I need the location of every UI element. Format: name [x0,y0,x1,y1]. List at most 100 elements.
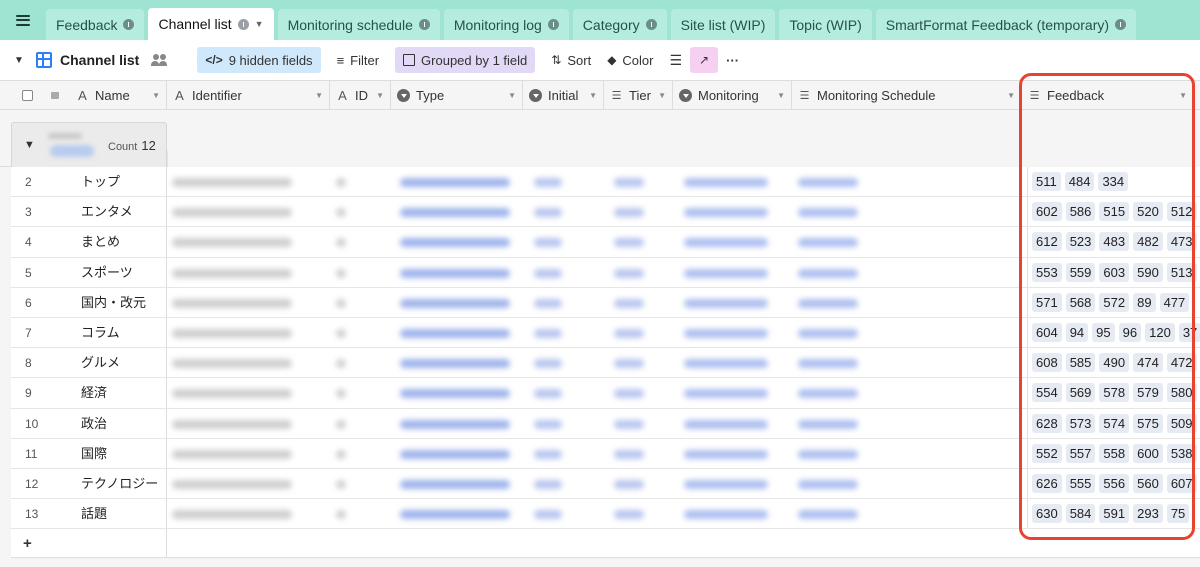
column-header-initial[interactable]: Initial ▼ [523,81,604,110]
blurred-cell[interactable] [798,449,858,459]
info-icon[interactable] [418,19,430,30]
blurred-cell[interactable] [172,328,292,338]
feedback-cell[interactable]: 608 585 490 474 472 [1027,348,1200,378]
feedback-chip[interactable]: 509 [1166,413,1197,433]
feedback-chip[interactable]: 602 [1032,202,1062,222]
table-row[interactable]: 2 トップ 511 484 334 [11,167,1200,198]
blurred-cell[interactable] [534,298,562,308]
feedback-cell[interactable]: 628 573 574 575 509 [1027,408,1200,438]
feedback-chip[interactable]: 120 [1145,323,1175,343]
blurred-cell[interactable] [614,389,644,399]
blurred-cell[interactable] [684,328,768,338]
feedback-chip[interactable]: 555 [1065,473,1096,493]
blurred-cell[interactable] [534,238,562,248]
column-menu-icon[interactable]: ▼ [315,91,323,100]
blurred-cell[interactable] [684,479,768,489]
monitoring-schedule-cell[interactable] [872,408,1027,438]
feedback-chip[interactable]: 628 [1032,413,1062,433]
feedback-cell[interactable]: 604 94 95 96 120 37 [1027,317,1200,348]
blurred-cell[interactable] [172,419,292,429]
feedback-chip[interactable]: 474 [1133,353,1163,373]
group-card[interactable]: ▼ Count 12 [11,122,167,168]
feedback-chip[interactable]: 477 [1159,292,1190,312]
feedback-chip[interactable]: 473 [1166,232,1197,252]
feedback-chip[interactable]: 574 [1099,413,1130,433]
feedback-cell[interactable]: 612 523 483 482 473 [1027,227,1200,257]
blurred-cell[interactable] [614,268,644,278]
blurred-cell[interactable] [336,328,346,338]
column-header-tier[interactable]: ☰ Tier ▼ [604,81,673,110]
blurred-cell[interactable] [534,389,562,399]
color-button[interactable]: ◆ Color [599,47,661,73]
tab-smartformat-feedback-temporary[interactable]: SmartFormat Feedback (temporary) [875,9,1137,40]
feedback-chip[interactable]: 558 [1099,443,1130,463]
feedback-chip[interactable]: 571 [1032,292,1062,312]
blurred-cell[interactable] [684,178,768,187]
feedback-chip[interactable]: 538 [1166,443,1197,463]
row-name-cell[interactable]: トップ [81,167,120,197]
blurred-cell[interactable] [614,328,644,338]
blurred-cell[interactable] [534,479,562,489]
add-record-button[interactable]: + [11,529,167,558]
blurred-cell[interactable] [336,238,346,248]
feedback-chip[interactable]: 557 [1065,443,1096,463]
info-icon[interactable] [645,19,657,30]
hidden-fields-button[interactable]: </> 9 hidden fields [197,47,321,73]
feedback-chip[interactable]: 580 [1166,383,1197,403]
feedback-chip[interactable]: 334 [1098,172,1129,192]
feedback-chip[interactable]: 552 [1032,443,1062,463]
table-row[interactable]: 9 経済 554 569 578 579 580 [11,378,1200,409]
column-header-feedback[interactable]: ☰ Feedback ▼ [1022,81,1194,110]
tab-channel-list[interactable]: Channel list ▼ [148,8,274,40]
column-header-monitoring-schedule[interactable]: ☰ Monitoring Schedule ▼ [792,81,1022,110]
blurred-cell[interactable] [684,208,768,218]
collapse-group-icon[interactable]: ▼ [24,139,35,151]
blurred-cell[interactable] [798,389,858,399]
monitoring-schedule-cell[interactable] [872,317,1027,348]
blurred-cell[interactable] [614,419,644,429]
blurred-cell[interactable] [400,298,510,308]
blurred-cell[interactable] [172,238,292,248]
feedback-chip[interactable]: 554 [1032,383,1062,403]
row-name-cell[interactable]: 政治 [81,409,107,439]
blurred-cell[interactable] [684,419,768,429]
monitoring-schedule-cell[interactable] [872,167,1027,197]
feedback-chip[interactable]: 96 [1118,323,1142,343]
column-menu-icon[interactable]: ▼ [589,91,597,100]
monitoring-schedule-cell[interactable] [872,227,1027,257]
feedback-chip[interactable]: 559 [1065,262,1096,282]
feedback-cell[interactable]: 552 557 558 600 538 [1027,438,1200,468]
blurred-cell[interactable] [336,449,346,459]
feedback-chip[interactable]: 95 [1092,323,1115,343]
menu-button[interactable] [0,0,46,40]
feedback-chip[interactable]: 578 [1099,383,1130,403]
row-name-cell[interactable]: 話題 [81,499,107,529]
blurred-cell[interactable] [172,359,292,369]
monitoring-schedule-cell[interactable] [872,348,1027,378]
monitoring-schedule-cell[interactable] [872,287,1027,317]
blurred-cell[interactable] [400,238,510,248]
view-name[interactable]: Channel list [60,52,139,68]
blurred-cell[interactable] [172,389,292,399]
column-menu-icon[interactable]: ▼ [1007,91,1015,100]
blurred-cell[interactable] [336,359,346,369]
feedback-chip[interactable]: 569 [1065,383,1096,403]
feedback-cell[interactable]: 602 586 515 520 512 [1027,197,1200,227]
blurred-cell[interactable] [534,449,562,459]
blurred-cell[interactable] [400,419,510,429]
row-name-cell[interactable]: グルメ [81,348,120,378]
blurred-cell[interactable] [336,419,346,429]
column-menu-icon[interactable]: ▼ [777,91,785,100]
feedback-cell[interactable]: 571 568 572 89 477 [1027,287,1200,317]
feedback-chip[interactable]: 560 [1133,473,1163,493]
feedback-chip[interactable]: 483 [1099,232,1130,252]
row-name-cell[interactable]: エンタメ [81,197,133,227]
feedback-chip[interactable]: 600 [1133,443,1163,463]
feedback-chip[interactable]: 75 [1166,504,1190,524]
blurred-cell[interactable] [336,208,346,218]
blurred-cell[interactable] [798,328,858,338]
column-header-name[interactable]: A Name ▼ [70,81,167,110]
share-view-button[interactable]: ↗ [690,47,719,73]
info-icon[interactable] [123,19,135,30]
blurred-cell[interactable] [400,389,510,399]
